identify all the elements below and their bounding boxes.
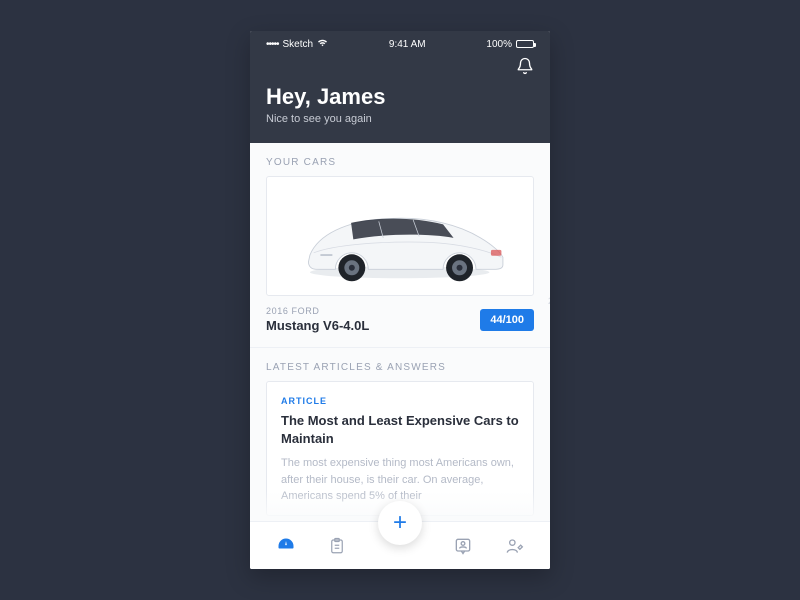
battery-icon — [516, 40, 534, 48]
status-bar: ••••• Sketch 9:41 AM 100% — [266, 31, 534, 51]
section-cars-label: YOUR CARS — [250, 143, 550, 176]
status-time: 9:41 AM — [389, 39, 426, 50]
section-articles-label: LATEST ARTICLES & ANSWERS — [250, 348, 550, 381]
article-title: The Most and Least Expensive Cars to Mai… — [281, 412, 519, 447]
article-card[interactable]: ARTICLE The Most and Least Expensive Car… — [266, 381, 534, 516]
car-image — [280, 184, 519, 289]
fab-add-button[interactable]: + — [378, 501, 422, 545]
wifi-icon — [317, 38, 328, 50]
status-right: 100% — [486, 39, 534, 50]
tab-clipboard[interactable] — [327, 536, 347, 556]
header: ••••• Sketch 9:41 AM 100% Hey, James Nic… — [250, 31, 550, 143]
article-body: The most expensive thing most Americans … — [281, 455, 519, 505]
car-card[interactable] — [266, 176, 534, 296]
carrier-label: Sketch — [283, 39, 314, 50]
car-peek-year: 20 — [548, 296, 550, 306]
car-meta-row: 2016 FORD Mustang V6-4.0L 44/100 — [250, 296, 550, 333]
car-model: Mustang V6-4.0L — [266, 318, 369, 333]
car-year-make: 2016 FORD — [266, 306, 369, 316]
tab-dashboard[interactable] — [276, 536, 296, 556]
greeting-title: Hey, James — [266, 84, 534, 110]
battery-pct: 100% — [486, 39, 512, 50]
greeting-subtitle: Nice to see you again — [266, 113, 534, 125]
car-score-badge[interactable]: 44/100 — [480, 309, 534, 331]
signal-dots-icon: ••••• — [266, 39, 279, 50]
content-scroll[interactable]: YOUR CARS 2016 FO — [250, 143, 550, 569]
notification-bell-icon[interactable] — [516, 57, 534, 80]
article-kicker: ARTICLE — [281, 396, 519, 406]
plus-icon: + — [393, 511, 407, 535]
phone-frame: ••••• Sketch 9:41 AM 100% Hey, James Nic… — [250, 31, 550, 569]
status-left: ••••• Sketch — [266, 38, 328, 50]
tab-account[interactable] — [504, 536, 524, 556]
tab-profile-card[interactable] — [453, 536, 473, 556]
